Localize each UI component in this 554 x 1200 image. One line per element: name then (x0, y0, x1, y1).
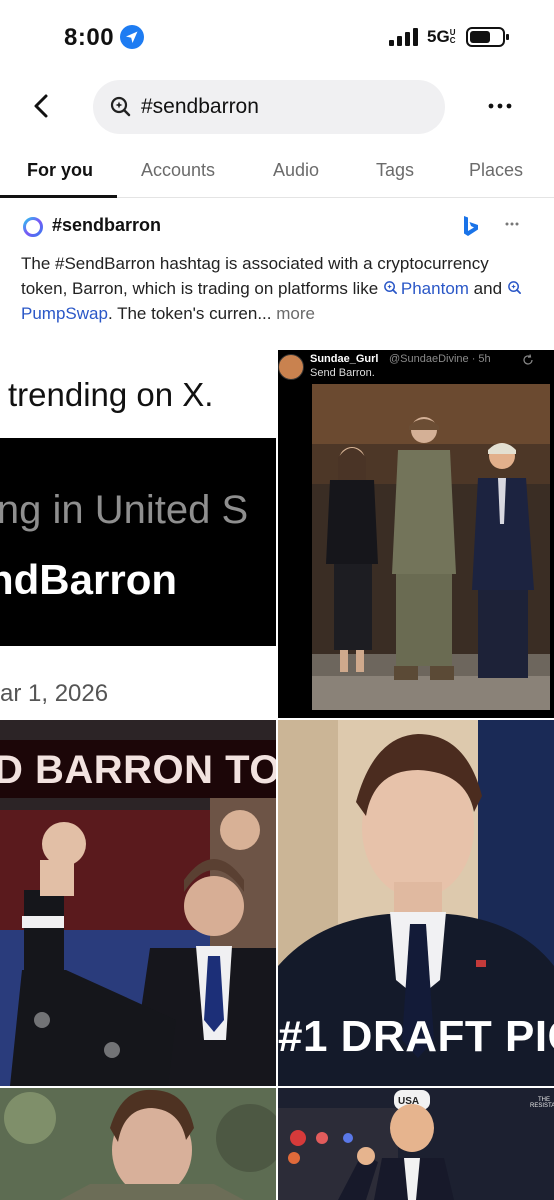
grid-tile-trending-screenshot[interactable]: trending on X. ing in United S ndBarron … (0, 350, 276, 718)
tweet-author-handle: @SundaeDivine · 5h (389, 353, 491, 365)
link-phantom[interactable]: Phantom (383, 279, 469, 298)
tile-text-date: ar 1, 2026 (0, 680, 109, 707)
summary-more-icon[interactable] (500, 214, 524, 234)
search-header: #sendbarron (0, 72, 554, 142)
grid-tile-camo-photo[interactable] (0, 1088, 276, 1200)
network-label: 5GUC (427, 27, 458, 47)
avatar (278, 354, 304, 380)
status-bar: 8:00 5GUC (0, 0, 554, 72)
tab-tags[interactable]: Tags (376, 160, 414, 181)
back-arrow-icon[interactable] (26, 90, 58, 122)
bing-logo-icon (464, 216, 478, 236)
more-dots-icon[interactable] (484, 90, 516, 122)
summary-more-link[interactable]: more (272, 304, 315, 323)
tweet-text: Send Barron. (310, 367, 375, 379)
grid-tile-fist-photo[interactable]: D BARRON TO (0, 720, 276, 1086)
link-phantom-label: Phantom (400, 279, 469, 298)
tab-audio[interactable]: Audio (273, 160, 319, 181)
tab-accounts[interactable]: Accounts (141, 160, 215, 181)
network-suffix: UC (449, 28, 456, 45)
tab-for-you[interactable]: For you (27, 160, 93, 181)
search-query: #sendbarron (141, 95, 259, 118)
refresh-icon (523, 354, 533, 365)
grid-tile-usa-cap[interactable]: USA THE RESISTANCE (278, 1088, 554, 1200)
tweet-author-name: Sundae_Gurl (310, 353, 379, 365)
grid-tile-tweet[interactable]: Sundae_Gurl @SundaeDivine · 5h Send Barr… (278, 350, 554, 718)
tile-text-hashtag: ndBarron (0, 556, 177, 603)
search-input[interactable]: #sendbarron (93, 80, 445, 134)
search-link-icon (384, 281, 397, 294)
tile-text-trend-location: ing in United S (0, 488, 249, 532)
trending-panel: ing in United S ndBarron (0, 438, 276, 646)
status-time: 8:00 (64, 24, 115, 51)
banner-text: D BARRON TO (0, 748, 276, 792)
location-arrow-icon (120, 25, 144, 49)
summary-tail: . The token's curren... (107, 304, 272, 323)
watermark-text: THE RESISTANCE (530, 1097, 554, 1109)
ai-ring-icon (23, 217, 43, 237)
tile-text-trending: trending on X. (8, 376, 214, 413)
summary-text: The #SendBarron hashtag is associated wi… (21, 251, 536, 326)
cap-text: USA (398, 1096, 420, 1107)
family-photo (312, 384, 550, 710)
search-tabs: For you Accounts Audio Tags Places (0, 148, 554, 198)
summary-title: #sendbarron (52, 215, 162, 235)
battery-icon (466, 27, 509, 47)
search-icon (110, 96, 131, 117)
camo-portrait-photo (0, 1088, 276, 1200)
network-type: 5G (427, 27, 450, 46)
ai-summary-card: #sendbarron The #SendBarron hashtag is a… (0, 198, 554, 348)
link-pumpswap-label: PumpSwap (21, 304, 108, 323)
caption-text: #1 DRAFT PICK (278, 1012, 554, 1061)
signal-bars-icon (389, 28, 418, 46)
tab-places[interactable]: Places (469, 160, 523, 181)
grid-tile-draft-pick[interactable]: #1 DRAFT PICK (278, 720, 554, 1086)
search-link-icon (507, 281, 521, 294)
results-grid: trending on X. ing in United S ndBarron … (0, 350, 554, 1200)
summary-and: and (468, 279, 507, 298)
